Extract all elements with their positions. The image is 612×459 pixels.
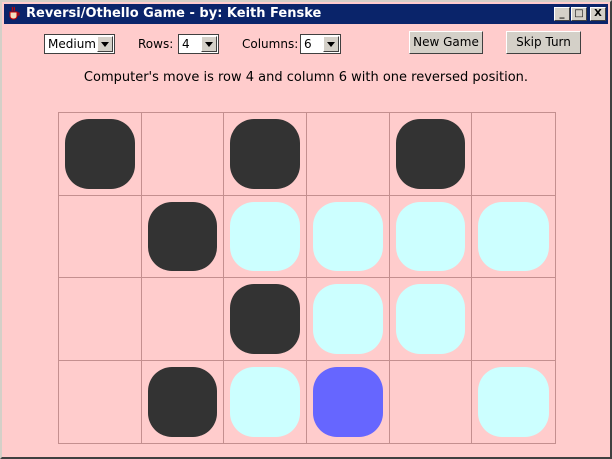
board-cell[interactable] [306,278,390,361]
black-piece [147,201,218,271]
java-cup-icon [7,6,21,20]
rows-value: 4 [182,37,190,51]
white-piece [395,284,466,354]
chevron-down-icon[interactable] [97,36,113,52]
difficulty-select[interactable]: Medium [44,34,115,54]
black-piece [230,284,300,354]
board-cell[interactable] [389,113,473,196]
board-cell[interactable] [224,360,307,443]
board-cell[interactable] [141,195,225,278]
board-cell[interactable] [224,113,307,196]
board-cell[interactable] [389,278,473,361]
board-cell[interactable] [141,278,225,361]
status-message: Computer's move is row 4 and column 6 wi… [83,70,529,85]
maximize-icon: □ [574,8,584,19]
black-piece [147,366,218,437]
board-cell[interactable] [472,278,555,361]
difficulty-value: Medium [48,37,96,51]
black-piece [230,119,300,189]
rows-label: Rows: [138,37,174,51]
board-cell[interactable] [306,195,390,278]
board-cell[interactable] [59,113,142,196]
board-cell[interactable] [142,360,225,443]
white-piece [478,201,549,271]
board-cell[interactable] [141,113,225,196]
black-piece [395,119,466,189]
white-piece [230,366,300,437]
new-game-button[interactable]: New Game [409,31,483,54]
window-title: Reversi/Othello Game - by: Keith Fenske [26,6,322,21]
board-cell[interactable] [59,278,142,361]
board-cell[interactable] [472,361,555,444]
board-cell[interactable] [390,360,473,443]
white-piece [478,366,549,437]
board-cell[interactable] [472,113,555,196]
board-cell[interactable] [306,113,390,196]
last-move-piece [312,366,383,437]
columns-select[interactable]: 6 [300,34,341,54]
board-cell[interactable] [224,278,307,361]
minimize-button[interactable]: _ [554,7,570,21]
board-cell[interactable] [224,195,307,278]
chevron-down-icon[interactable] [201,36,217,52]
chevron-down-icon[interactable] [323,36,339,52]
white-piece [395,201,466,271]
close-button[interactable]: X [590,7,606,21]
rows-select[interactable]: 4 [178,34,219,54]
columns-value: 6 [304,37,312,51]
board-cell[interactable] [307,360,390,443]
board-cell[interactable] [59,195,142,278]
app-window: Reversi/Othello Game - by: Keith Fenske … [0,0,612,459]
black-piece [65,119,135,189]
white-piece [312,284,383,354]
board-cell[interactable] [59,360,142,443]
minimize-icon: _ [559,8,565,19]
skip-turn-button[interactable]: Skip Turn [506,31,581,54]
maximize-button[interactable]: □ [571,7,587,21]
game-panel: Medium Rows: 4 Columns: 6 New Game Skip … [4,24,608,457]
game-board [58,112,556,444]
title-bar[interactable]: Reversi/Othello Game - by: Keith Fenske … [4,4,608,24]
white-piece [230,201,300,271]
columns-label: Columns: [242,37,299,51]
close-icon: X [594,8,602,19]
board-cell[interactable] [389,195,473,278]
white-piece [312,201,383,271]
board-cell[interactable] [472,196,555,278]
